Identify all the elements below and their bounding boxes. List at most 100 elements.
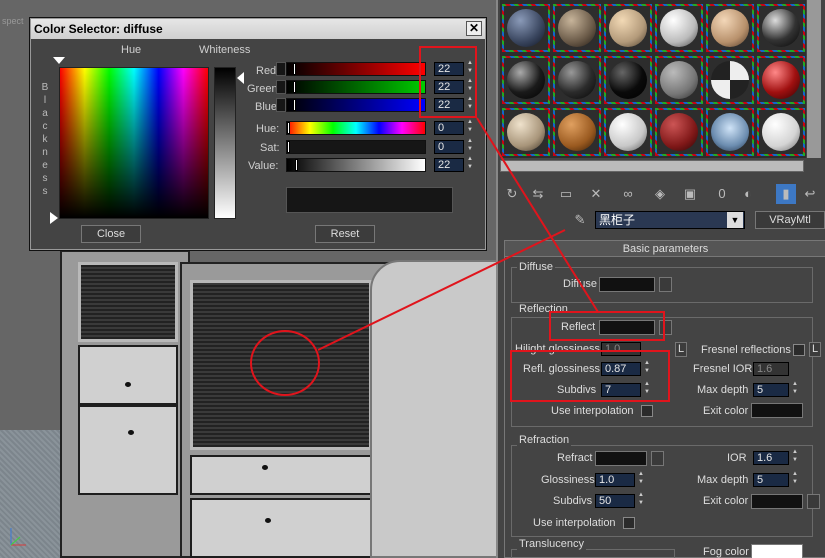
refl-glossiness-arrows[interactable] <box>643 360 653 376</box>
get-material-icon[interactable]: ↻ <box>502 184 522 204</box>
refr-max-depth-arrows[interactable] <box>791 471 801 487</box>
refr-subdivs-arrows[interactable] <box>637 492 647 508</box>
go-parent-icon[interactable]: ↩ <box>800 184 820 204</box>
blue-spinner[interactable]: 22 <box>434 98 464 112</box>
ior-spinner[interactable]: 1.6 <box>753 451 789 465</box>
delete-icon[interactable]: ✕ <box>586 184 606 204</box>
exit-color-swatch[interactable] <box>751 403 803 418</box>
blue-slider[interactable] <box>286 98 426 112</box>
sample-slot[interactable] <box>706 56 754 104</box>
green-slider-thumb[interactable] <box>293 81 296 93</box>
rollout-title[interactable]: Basic parameters <box>505 241 825 257</box>
show-end-icon[interactable]: ▮ <box>776 184 796 204</box>
put-material-icon[interactable]: ⇆ <box>528 184 548 204</box>
sample-slot[interactable] <box>706 4 754 52</box>
value-slider-thumb[interactable] <box>295 159 298 171</box>
hue-slider[interactable] <box>286 121 426 135</box>
put-library-icon[interactable]: ◈ <box>650 184 670 204</box>
show-map-icon[interactable]: ◐ <box>738 184 758 204</box>
sat-spinner[interactable]: 0 <box>434 140 464 154</box>
hilight-glossiness-spinner[interactable]: 1.0 <box>601 342 641 356</box>
ior-arrows[interactable] <box>791 449 801 465</box>
red-slider[interactable] <box>286 62 426 76</box>
material-type-button[interactable]: VRayMtl <box>755 211 825 229</box>
sample-slot[interactable] <box>757 56 805 104</box>
sat-slider-thumb[interactable] <box>287 141 290 153</box>
refract-map-button[interactable] <box>651 451 664 466</box>
sample-slots-scrollbar-h[interactable] <box>500 160 804 172</box>
hue-spinner-arrows[interactable] <box>466 119 476 135</box>
dialog-titlebar[interactable]: Color Selector: diffuse ✕ <box>31 19 485 39</box>
red-spinner[interactable]: 22 <box>434 62 464 76</box>
sample-slot[interactable] <box>655 4 703 52</box>
material-name-field[interactable]: 黑柜子 <box>595 211 745 229</box>
sat-spinner-arrows[interactable] <box>466 138 476 154</box>
reflect-color-swatch[interactable] <box>599 320 655 335</box>
subdivs-spinner[interactable]: 7 <box>601 383 641 397</box>
blackness-pointer-icon[interactable] <box>50 212 58 224</box>
close-button[interactable]: Close <box>81 225 141 243</box>
sample-slot[interactable] <box>655 56 703 104</box>
sample-slot[interactable] <box>604 4 652 52</box>
sample-slot[interactable] <box>655 108 703 156</box>
diffuse-color-swatch[interactable] <box>599 277 655 292</box>
refr-subdivs-spinner[interactable]: 50 <box>595 494 635 508</box>
fresnel-reflections-checkbox[interactable] <box>793 344 805 356</box>
value-spinner-arrows[interactable] <box>466 156 476 172</box>
refr-glossiness-arrows[interactable] <box>637 471 647 487</box>
hue-spinner[interactable]: 0 <box>434 121 464 135</box>
red-spinner-arrows[interactable] <box>466 60 476 76</box>
sample-slot[interactable] <box>757 108 805 156</box>
close-icon[interactable]: ✕ <box>466 21 482 36</box>
sample-slot[interactable] <box>553 4 601 52</box>
unique-icon[interactable]: ∞ <box>618 184 638 204</box>
refr-exit-map-button[interactable] <box>807 494 820 509</box>
hue-pointer-icon[interactable] <box>53 57 65 64</box>
refl-glossiness-spinner[interactable]: 0.87 <box>601 362 641 376</box>
refr-glossiness-spinner[interactable]: 1.0 <box>595 473 635 487</box>
sample-slots-scrollbar-v[interactable] <box>807 0 821 158</box>
fog-color-swatch[interactable] <box>751 544 803 558</box>
value-slider[interactable] <box>286 158 426 172</box>
sample-slot[interactable] <box>553 56 601 104</box>
sample-slot[interactable] <box>604 56 652 104</box>
hilight-lock-button[interactable]: L <box>675 342 687 357</box>
green-spinner-arrows[interactable] <box>466 78 476 94</box>
value-spinner[interactable]: 22 <box>434 158 464 172</box>
whiteness-slider[interactable] <box>214 67 236 219</box>
fresnel-ior-spinner[interactable]: 1.6 <box>753 362 789 376</box>
sample-slot[interactable] <box>757 4 805 52</box>
sat-slider[interactable] <box>286 140 426 154</box>
material-effects-icon[interactable]: ▣ <box>680 184 700 204</box>
refr-exit-color-swatch[interactable] <box>751 494 803 509</box>
max-depth-spinner[interactable]: 5 <box>753 383 789 397</box>
sample-slot[interactable] <box>553 108 601 156</box>
chevron-down-icon[interactable]: ▼ <box>727 212 743 228</box>
whiteness-pointer-icon[interactable] <box>237 72 244 84</box>
diffuse-map-button[interactable] <box>659 277 672 292</box>
green-spinner[interactable]: 22 <box>434 80 464 94</box>
refr-use-interpolation-checkbox[interactable] <box>623 517 635 529</box>
sample-slot[interactable] <box>502 56 550 104</box>
green-slider[interactable] <box>286 80 426 94</box>
hue-blackness-picker[interactable] <box>59 67 209 219</box>
hue-slider-thumb[interactable] <box>287 122 290 134</box>
max-depth-arrows[interactable] <box>791 381 801 397</box>
assign-icon[interactable]: ▭ <box>556 184 576 204</box>
refr-max-depth-spinner[interactable]: 5 <box>753 473 789 487</box>
sample-slot[interactable] <box>706 108 754 156</box>
material-id-button[interactable]: 0 <box>712 184 732 204</box>
refract-color-swatch[interactable] <box>595 451 647 466</box>
use-interpolation-checkbox[interactable] <box>641 405 653 417</box>
red-slider-thumb[interactable] <box>293 63 296 75</box>
sample-slot[interactable] <box>604 108 652 156</box>
fresnel-lock-button[interactable]: L <box>809 342 821 357</box>
blue-spinner-arrows[interactable] <box>466 96 476 112</box>
sample-slot[interactable] <box>502 4 550 52</box>
pick-material-icon[interactable]: ✎ <box>570 210 590 230</box>
sample-slot[interactable] <box>502 108 550 156</box>
blue-slider-thumb[interactable] <box>293 99 296 111</box>
reflect-map-button[interactable] <box>659 320 672 335</box>
reset-button[interactable]: Reset <box>315 225 375 243</box>
subdivs-arrows[interactable] <box>643 381 653 397</box>
